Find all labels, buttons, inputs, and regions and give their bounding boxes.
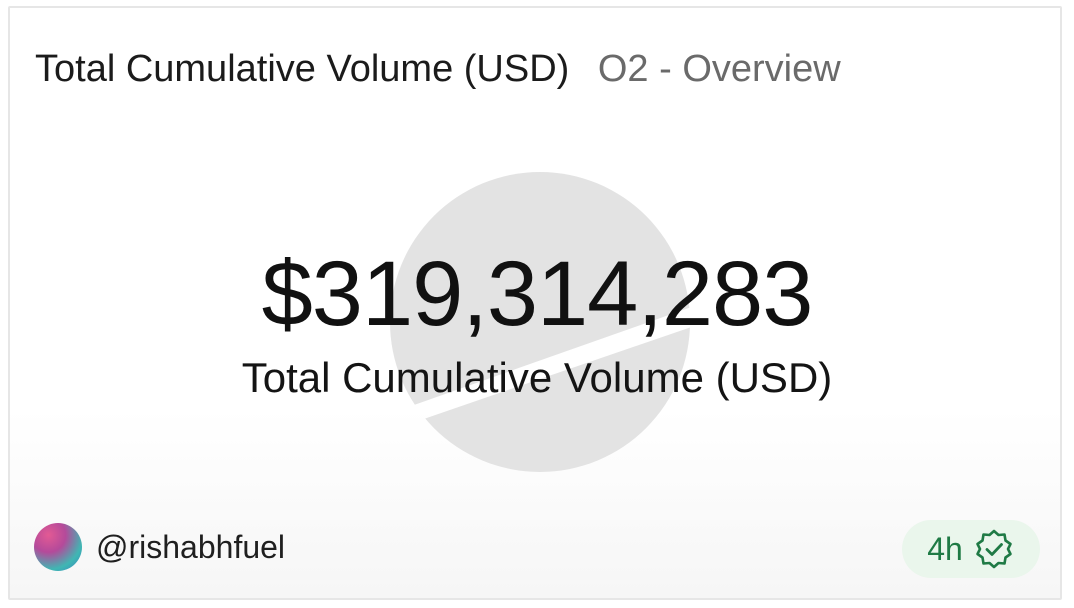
avatar[interactable]	[34, 523, 82, 571]
freshness-badge[interactable]: 4h	[902, 520, 1040, 578]
author-link[interactable]: @rishabhfuel	[34, 522, 285, 572]
card-title[interactable]: Total Cumulative Volume (USD)	[35, 48, 569, 90]
counter-label: Total Cumulative Volume (USD)	[241, 354, 833, 401]
author-handle[interactable]: @rishabhfuel	[96, 529, 285, 566]
card-header: Total Cumulative Volume (USD) O2 - Overv…	[35, 46, 841, 92]
dashboard-subtitle[interactable]: O2 - Overview	[598, 48, 841, 90]
chart-card: Total Cumulative Volume (USD) O2 - Overv…	[8, 6, 1062, 600]
verified-check-badge-icon	[975, 529, 1012, 569]
freshness-age: 4h	[927, 530, 963, 567]
counter-value: $319,314,283	[261, 243, 814, 345]
